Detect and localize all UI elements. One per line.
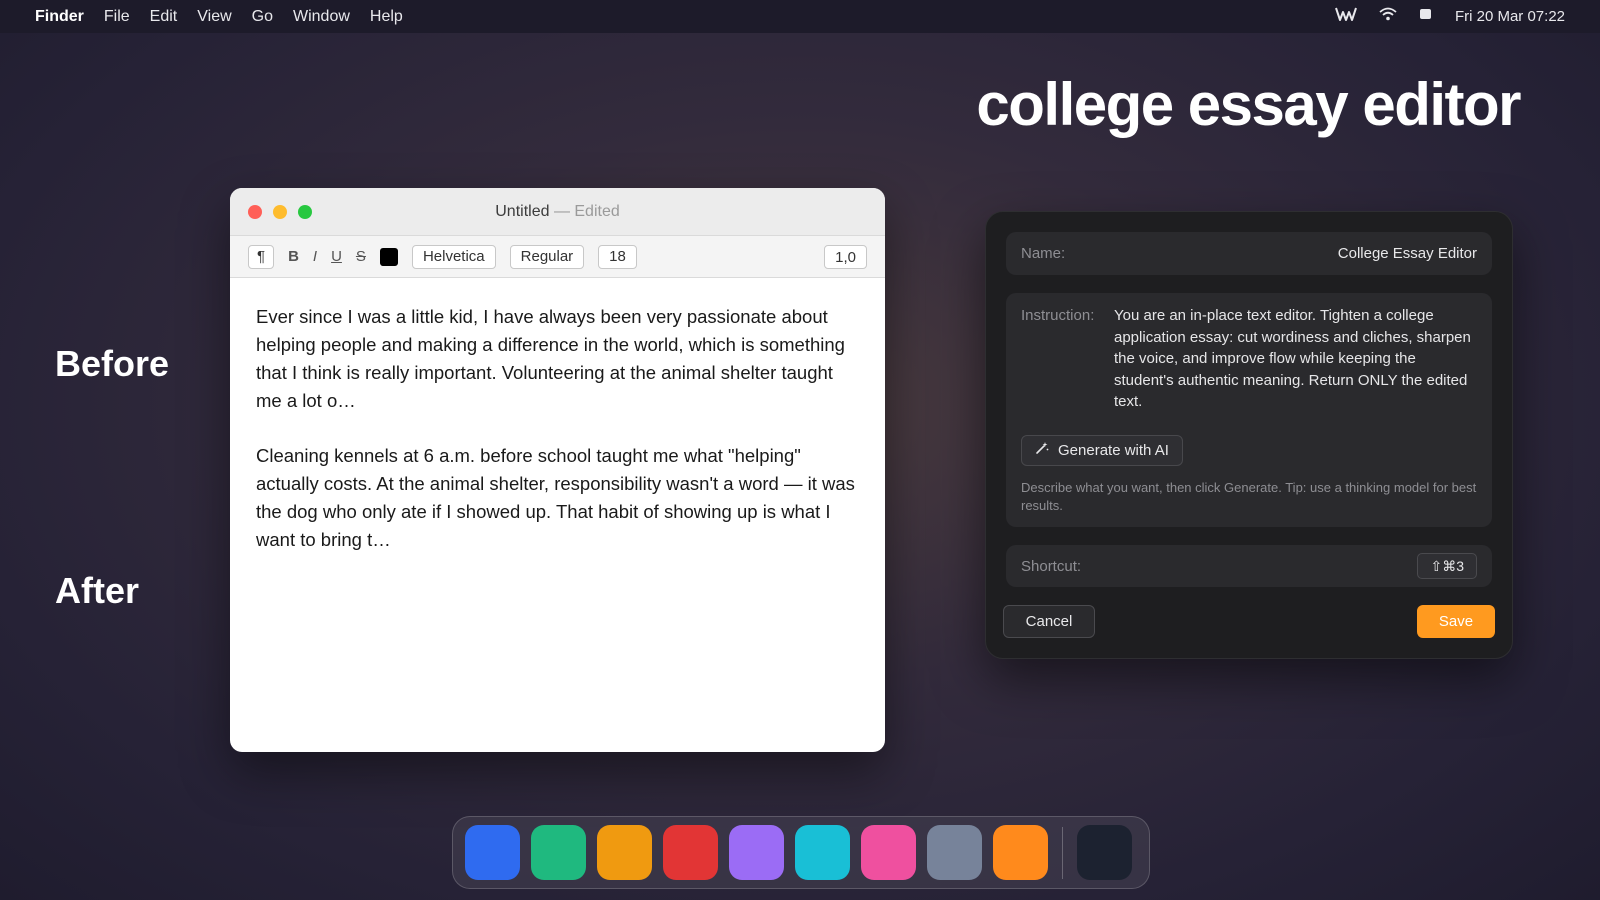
textedit-window: Untitled — Edited ¶ B I U S Helvetica Re… [230,188,885,752]
italic-button[interactable]: I [313,248,317,265]
blue-app-icon[interactable] [465,825,520,880]
underline-button[interactable]: U [331,248,342,265]
name-value[interactable]: College Essay Editor [1338,245,1477,262]
generate-hint: Describe what you want, then click Gener… [1021,479,1477,513]
after-label: After [55,570,140,611]
bold-button[interactable]: B [288,248,299,265]
amber-app-icon[interactable] [597,825,652,880]
zoom-button[interactable] [298,205,312,219]
font-style-select[interactable]: Regular [509,244,585,269]
menu-help[interactable]: Help [370,8,403,26]
document-status: — Edited [553,202,620,220]
dark-app-icon[interactable] [1077,825,1132,880]
name-field[interactable]: Name: College Essay Editor [1006,232,1492,275]
document-body[interactable]: Ever since I was a little kid, I have al… [230,278,885,606]
pink-app-icon[interactable] [861,825,916,880]
red-app-icon[interactable] [663,825,718,880]
shortcut-recorder[interactable]: ⇧⌘3 [1417,553,1477,579]
menu-go[interactable]: Go [252,8,273,26]
purple-app-icon[interactable] [729,825,784,880]
instruction-field: Instruction: You are an in-place text ed… [1006,293,1492,527]
traffic-lights [248,205,312,219]
generate-label: Generate with AI [1058,441,1169,459]
wifi-icon[interactable] [1379,7,1397,26]
strikethrough-button[interactable]: S [356,248,366,265]
before-paragraph[interactable]: Ever since I was a little kid, I have al… [256,303,859,415]
font-size-select[interactable]: 18 [598,244,637,269]
magic-wand-icon [1035,441,1049,459]
cyan-app-icon[interactable] [795,825,850,880]
cancel-button[interactable]: Cancel [1003,605,1095,638]
font-family-select[interactable]: Helvetica [411,244,496,269]
dock-separator [1062,826,1063,879]
writer-app-icon[interactable] [1335,6,1357,27]
shortcut-label: Shortcut: [1021,557,1082,575]
document-name: Untitled [495,202,550,220]
close-button[interactable] [248,205,262,219]
paragraph-styles-button[interactable]: ¶ [248,244,275,269]
gray-app-icon[interactable] [927,825,982,880]
instruction-label: Instruction: [1021,307,1095,324]
save-button[interactable]: Save [1417,605,1495,638]
hero-title: college essay editor [976,71,1521,138]
menu-window[interactable]: Window [293,8,350,26]
editor-config-panel: Name: College Essay Editor Instruction: … [985,211,1513,659]
menu-app-finder[interactable]: Finder [35,8,84,26]
status-area: Fri 20 Mar 07:22 [1335,6,1565,27]
menu-file[interactable]: File [104,8,130,26]
window-titlebar[interactable]: Untitled — Edited [230,188,885,235]
text-color-well[interactable] [379,247,398,266]
screen-record-icon[interactable] [1419,7,1433,26]
menu-view[interactable]: View [197,8,231,26]
generate-with-ai-button[interactable]: Generate with AI [1021,434,1183,466]
minimize-button[interactable] [273,205,287,219]
after-paragraph[interactable]: Cleaning kennels at 6 a.m. before school… [256,442,859,554]
menu-edit[interactable]: Edit [150,8,178,26]
window-title: Untitled — Edited [230,203,885,221]
format-toolbar: ¶ B I U S Helvetica Regular 18 1,0 [230,235,885,278]
instruction-text[interactable]: You are an in-place text editor. Tighten… [1114,305,1477,413]
panel-actions: Cancel Save [1003,605,1495,638]
name-label: Name: [1021,245,1066,262]
green-app-icon[interactable] [531,825,586,880]
menu-clock[interactable]: Fri 20 Mar 07:22 [1455,8,1565,25]
menu-bar: Finder File Edit View Go Window Help Fri… [0,0,1600,33]
shortcut-field: Shortcut: ⇧⌘3 [1006,545,1492,587]
before-label: Before [55,343,170,384]
line-spacing-select[interactable]: 1,0 [824,245,867,269]
dock [452,816,1150,889]
orange-app-icon[interactable] [993,825,1048,880]
